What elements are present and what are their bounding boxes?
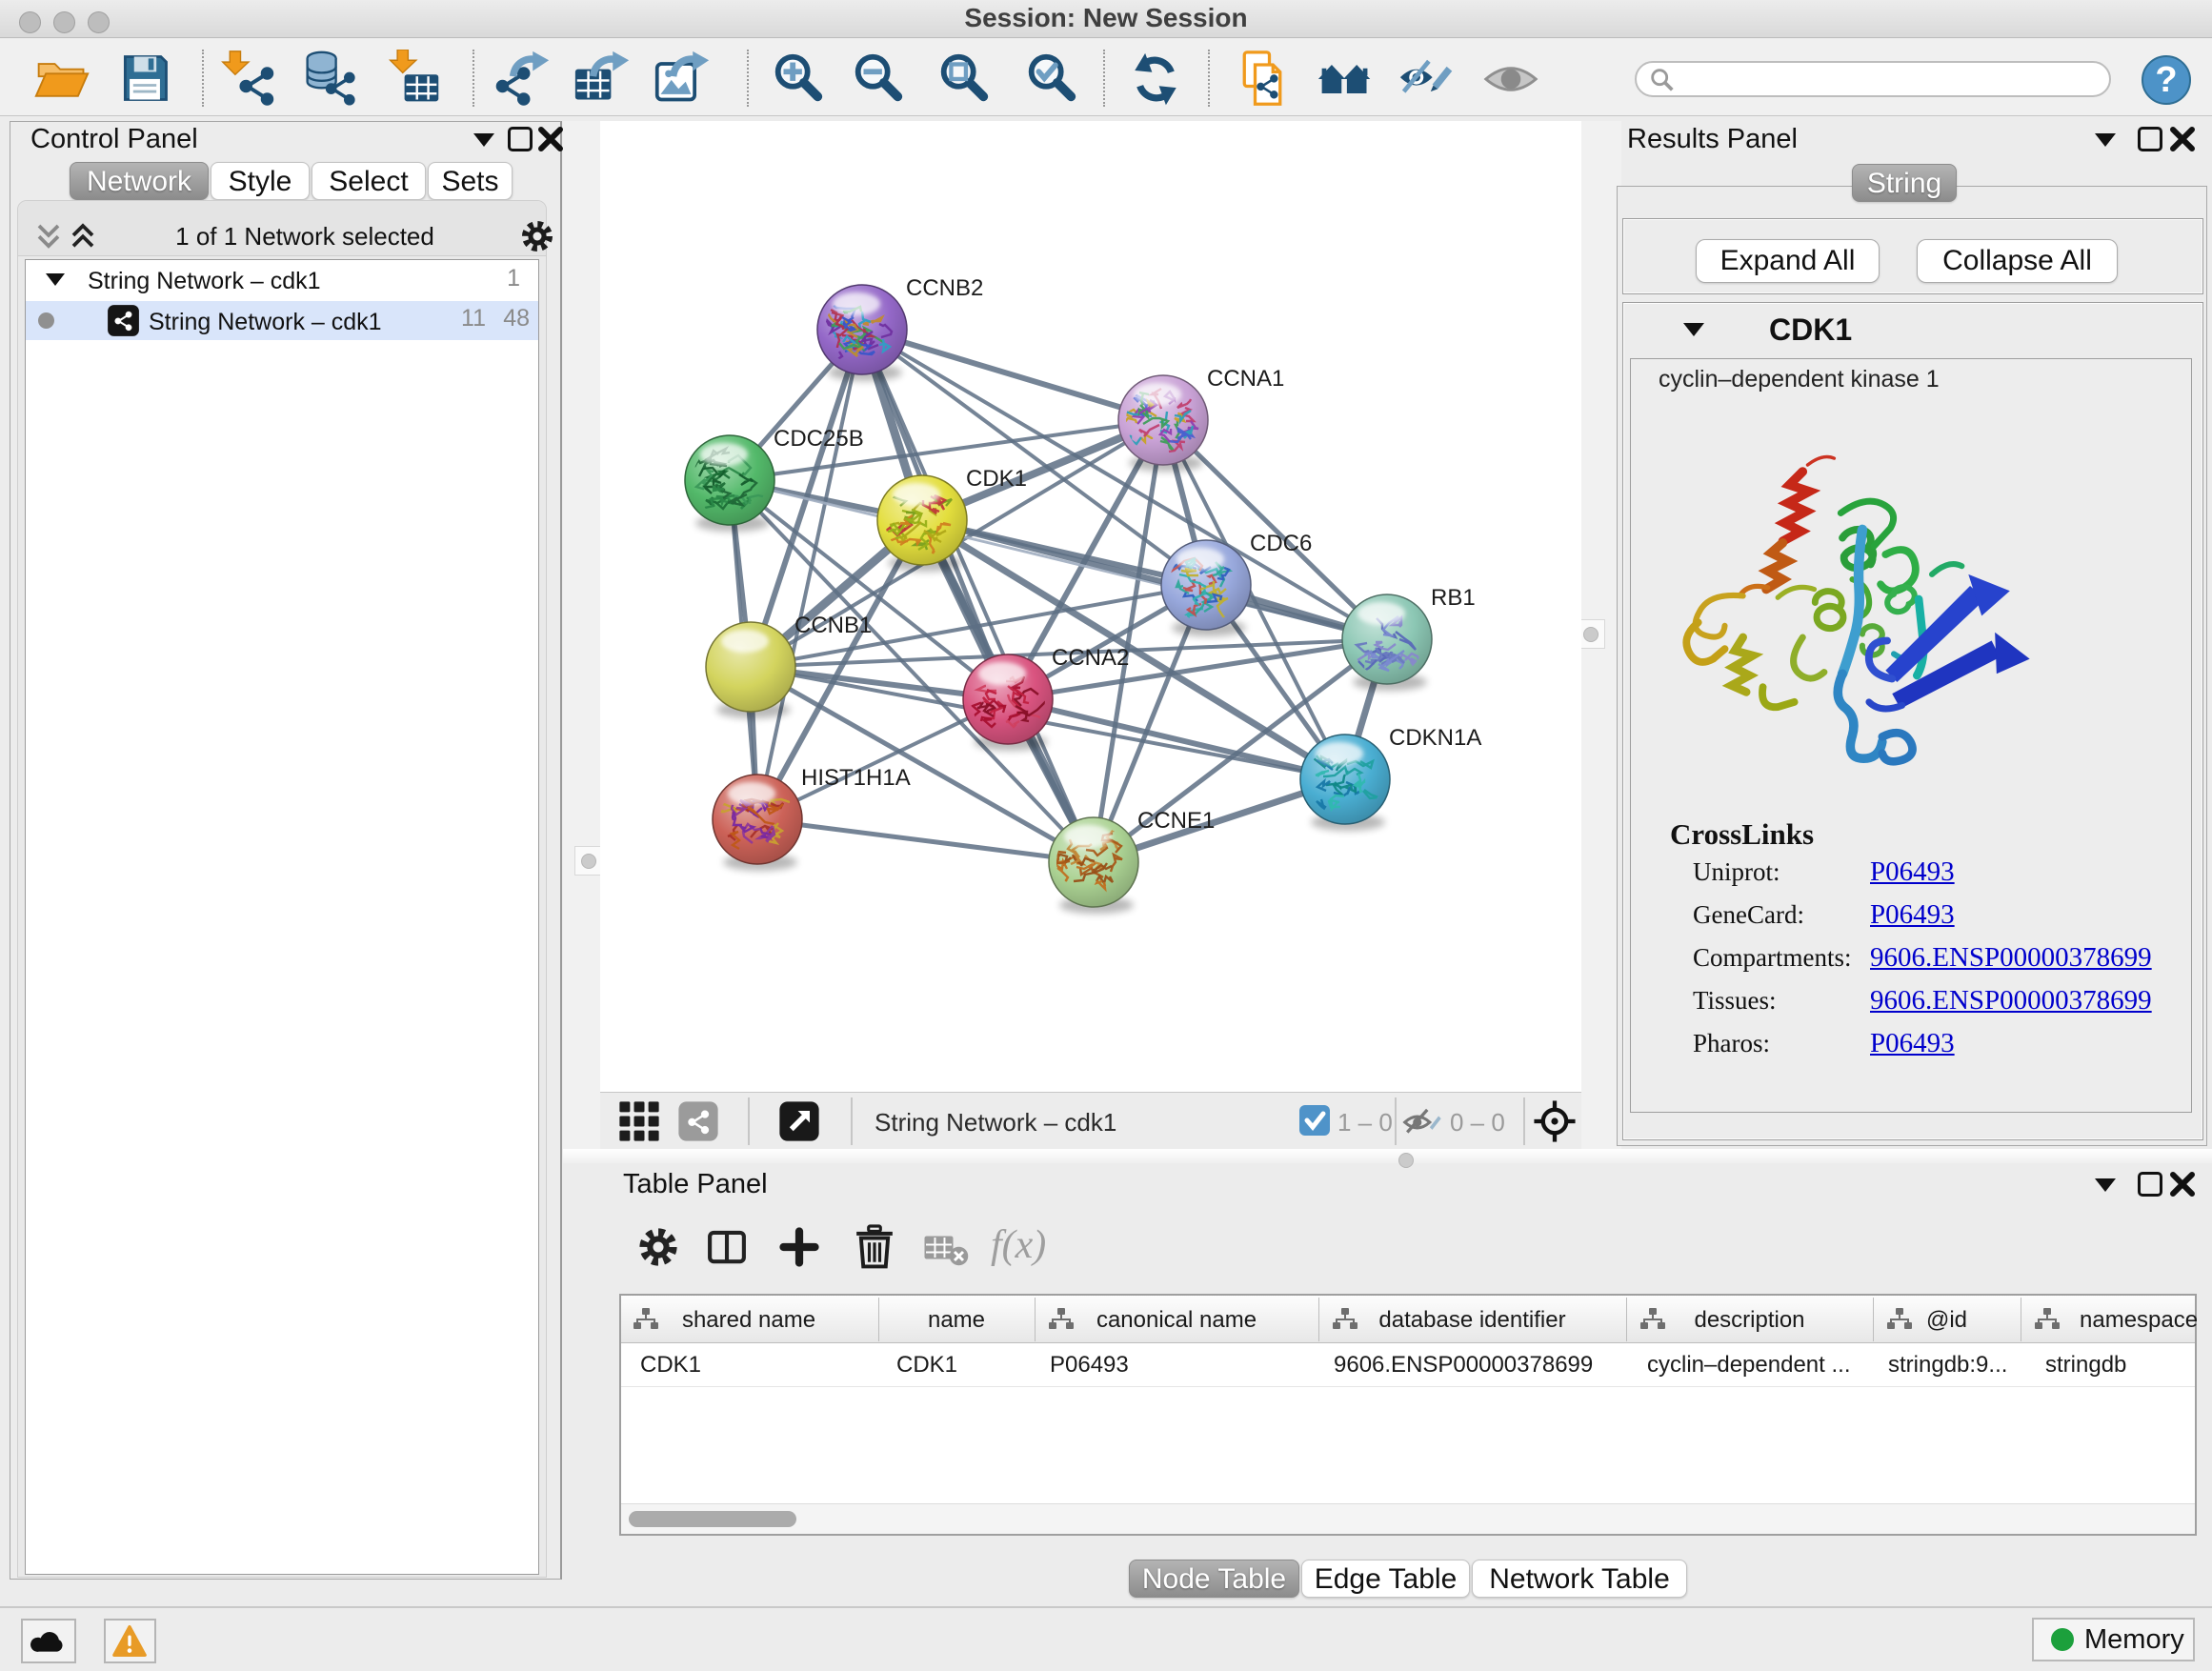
svg-text:CDC25B: CDC25B (774, 426, 864, 452)
svg-text:RB1: RB1 (1431, 585, 1476, 611)
svg-text:CDK1: CDK1 (966, 466, 1027, 492)
svg-text:CCNB1: CCNB1 (794, 613, 872, 638)
svg-text:HIST1H1A: HIST1H1A (801, 765, 911, 791)
svg-text:CDKN1A: CDKN1A (1389, 725, 1481, 751)
svg-text:CCNE1: CCNE1 (1137, 808, 1215, 834)
svg-text:CCNA2: CCNA2 (1052, 645, 1129, 671)
svg-text:CCNA1: CCNA1 (1207, 366, 1284, 392)
svg-text:CDC6: CDC6 (1250, 531, 1312, 556)
svg-text:CCNB2: CCNB2 (906, 275, 983, 301)
